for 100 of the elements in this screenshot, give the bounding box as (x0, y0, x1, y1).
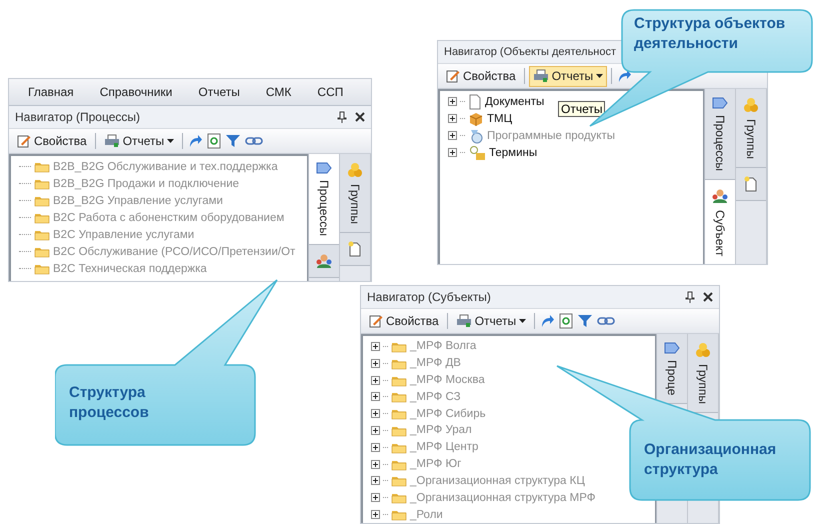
expand-icon (448, 114, 457, 123)
tree-item[interactable]: Термины (489, 146, 538, 158)
expand-icon (371, 493, 380, 502)
redo-arrow-icon (539, 313, 556, 329)
folder-icon (391, 508, 407, 522)
tree-item[interactable]: Документы (485, 96, 544, 108)
link-icon (597, 316, 616, 326)
close-icon (703, 292, 713, 302)
edit-icon (446, 69, 460, 83)
menu-item[interactable]: Главная (15, 85, 87, 99)
side-tab[interactable]: Группы (688, 334, 718, 413)
filter-icon (577, 313, 594, 329)
side-tab[interactable]: Группы (340, 154, 370, 233)
expand-icon (371, 476, 380, 486)
refresh-icon (207, 133, 222, 149)
circles-icon (695, 342, 711, 358)
expand-icon (448, 148, 457, 157)
side-tab-label: Субъект (713, 210, 727, 256)
folder-icon (34, 194, 50, 207)
folder-icon (34, 160, 50, 173)
expand-icon (371, 426, 380, 435)
printer-icon (104, 134, 120, 148)
folder-icon (34, 177, 50, 190)
box-icon (468, 110, 484, 126)
pin-icon (337, 111, 347, 123)
folder-icon (34, 228, 50, 241)
expand-icon (371, 409, 380, 418)
expand-icon (448, 131, 457, 140)
reports-button[interactable]: Отчеты (528, 66, 608, 86)
printer-icon (456, 314, 472, 328)
menu-item[interactable]: Справочники (86, 85, 186, 99)
reports-button[interactable]: Отчеты (452, 310, 530, 332)
expand-icon (371, 358, 380, 368)
properties-button[interactable]: Свойства (442, 66, 520, 86)
expand-icon (371, 460, 380, 469)
side-tab[interactable]: Процессы (309, 154, 339, 246)
reports-button[interactable]: Отчеты (100, 130, 178, 152)
folder-icon (391, 407, 407, 420)
caret-icon (167, 139, 174, 143)
folder-icon (391, 474, 407, 488)
side-tab[interactable] (340, 232, 370, 266)
side-tab-label: Группы (744, 119, 758, 159)
menu-item[interactable]: ССП (304, 85, 356, 99)
side-tab[interactable]: Проце (657, 334, 687, 404)
tag-icon (316, 162, 332, 174)
folder-icon (391, 491, 407, 504)
panel-title: Навигатор (Объекты деятельност (444, 46, 618, 58)
printer-icon (532, 69, 549, 83)
side-tab[interactable]: Процессы (705, 89, 735, 180)
circles-icon (743, 97, 759, 113)
menu-item[interactable]: СМК (252, 85, 304, 99)
expand-icon (371, 342, 380, 351)
callout-text: Структура процессов (69, 383, 150, 423)
side-tab[interactable]: Субъект (705, 180, 735, 264)
people-icon (711, 188, 729, 204)
link-icon (245, 136, 264, 146)
software-icon (468, 128, 484, 144)
tree-item[interactable]: ТМЦ (487, 112, 512, 124)
redo-arrow-icon (187, 133, 204, 149)
side-tab-label: Процессы (317, 180, 331, 236)
expand-icon (371, 376, 380, 385)
properties-button[interactable]: Свойства (365, 310, 443, 332)
side-tab[interactable]: Группы (736, 89, 766, 168)
side-tab-label: Проце (665, 360, 679, 396)
side-tab-label: Группы (696, 364, 710, 404)
people-icon (315, 253, 333, 270)
folder-icon (34, 211, 50, 224)
tooltip: Отчеты (558, 101, 606, 117)
side-tab-label: Процессы (713, 115, 727, 172)
folder-icon (34, 262, 50, 275)
folder-icon (391, 390, 407, 404)
panel-title: Навигатор (Субъекты) (367, 290, 492, 304)
callout-text: Организационная структура (644, 440, 778, 480)
close-icon (355, 112, 365, 122)
tag-icon (712, 97, 728, 109)
tag-icon (664, 342, 680, 354)
pin-icon (685, 291, 695, 303)
panel-title: Навигатор (Процессы) (15, 110, 141, 124)
new-document-icon (348, 240, 362, 257)
caret-icon (596, 74, 604, 78)
properties-button[interactable]: Свойства (13, 130, 91, 152)
caret-icon (519, 319, 526, 323)
callout-text: Структура объектов деятельности (634, 14, 786, 54)
tag-icon (468, 144, 486, 160)
edit-icon (17, 134, 31, 148)
filter-icon (225, 133, 242, 149)
side-tab[interactable] (736, 168, 766, 201)
document-icon (468, 94, 482, 110)
expand-icon (448, 97, 457, 106)
folder-icon (34, 245, 50, 258)
edit-icon (369, 314, 383, 328)
circles-icon (347, 162, 363, 178)
refresh-icon (559, 313, 574, 329)
expand-icon (371, 442, 380, 452)
side-tab[interactable] (309, 245, 339, 278)
expand-icon (371, 392, 380, 402)
expand-icon (371, 510, 380, 520)
menu-item[interactable]: Отчеты (185, 85, 253, 99)
side-tab-label: Группы (348, 184, 362, 224)
new-document-icon (744, 176, 758, 192)
